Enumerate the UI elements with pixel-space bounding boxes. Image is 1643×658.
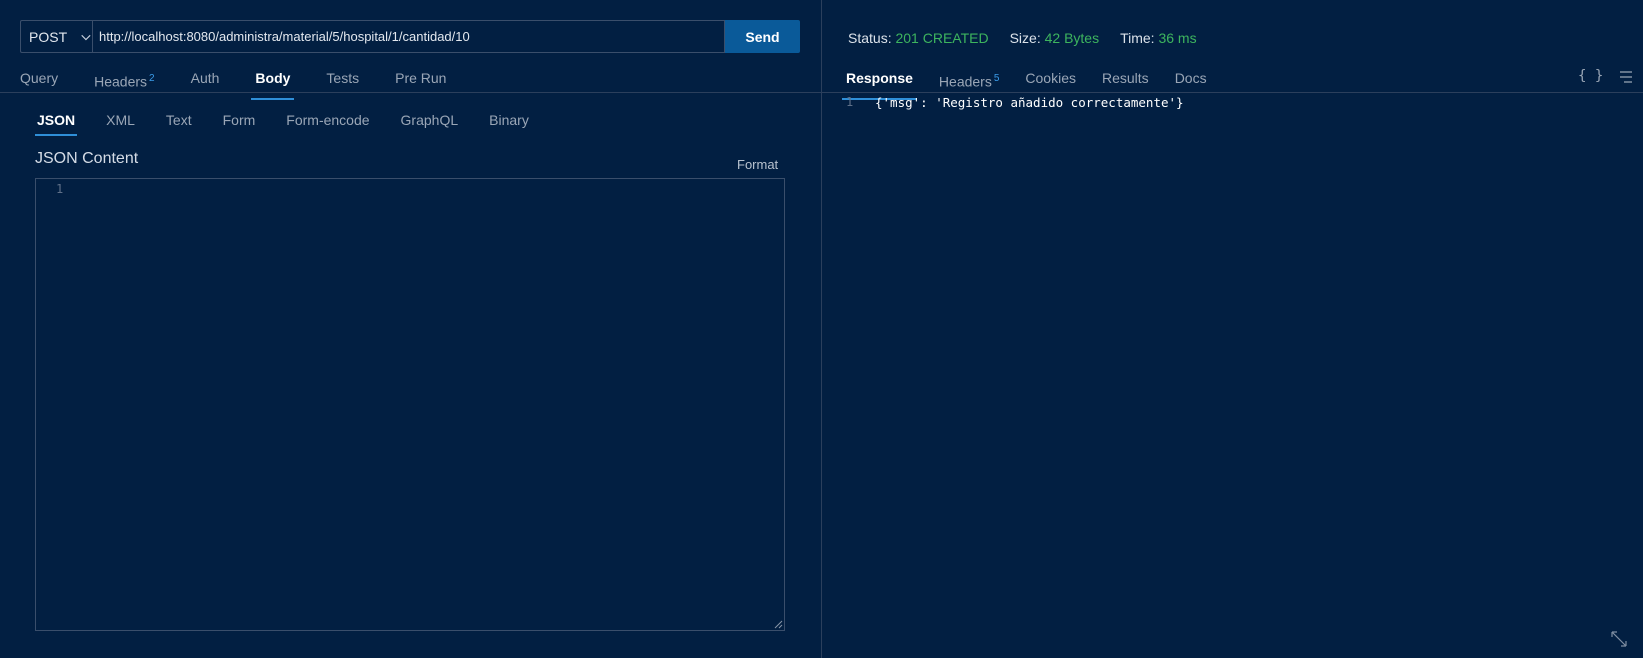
request-bar: POST Send — [20, 20, 800, 53]
body-tab-form-encode[interactable]: Form-encode — [286, 112, 369, 136]
tab-body[interactable]: Body — [251, 70, 295, 100]
body-tab-label: Form — [222, 112, 256, 128]
response-status-row: Status: 201 CREATED Size: 42 Bytes Time:… — [848, 30, 1218, 46]
tab-badge: 2 — [149, 73, 155, 84]
method-label: POST — [29, 28, 68, 45]
chevron-down-icon — [81, 34, 91, 40]
json-editor[interactable]: 1 — [35, 178, 785, 631]
status-info: Status: 201 CREATED — [848, 30, 989, 46]
send-button[interactable]: Send — [725, 20, 800, 53]
body-tab-form[interactable]: Form — [223, 112, 256, 136]
tab-label: Auth — [190, 70, 220, 86]
time-info: Time: 36 ms — [1120, 30, 1197, 46]
body-tab-label: JSON — [37, 112, 76, 128]
url-input[interactable] — [92, 20, 725, 53]
body-tab-label: XML — [106, 112, 135, 128]
tab-label: Headers — [94, 73, 148, 90]
tab-label: Query — [20, 70, 59, 86]
response-tab-label: Response — [846, 70, 913, 86]
tab-tests[interactable]: Tests — [326, 70, 359, 100]
response-tab-label: Results — [1102, 70, 1149, 86]
tab-query[interactable]: Query — [20, 70, 58, 100]
request-tabs: Query Headers 2 Auth Body Tests Pre Run — [20, 70, 482, 100]
tab-label: Body — [255, 70, 291, 86]
body-tab-xml[interactable]: XML — [106, 112, 135, 136]
resize-handle-icon[interactable] — [774, 620, 783, 629]
response-pane: Status: 201 CREATED Size: 42 Bytes Time:… — [822, 0, 1643, 658]
time-label: Time: — [1120, 30, 1155, 46]
response-tab-label: Headers — [938, 73, 992, 90]
tabs-divider — [822, 92, 1643, 93]
body-tab-label: Text — [165, 112, 192, 128]
expand-icon[interactable] — [1610, 630, 1628, 648]
format-button[interactable]: Format — [737, 157, 778, 172]
body-type-tabs: JSON XML Text Form Form-encode GraphQL Binary — [34, 112, 560, 136]
status-value: 201 CREATED — [895, 30, 989, 46]
body-tab-label: GraphQL — [400, 112, 459, 128]
tabs-divider — [0, 92, 821, 93]
wrap-lines-icon[interactable] — [1618, 71, 1634, 83]
tab-label: Pre Run — [395, 70, 447, 86]
tab-pre-run[interactable]: Pre Run — [395, 70, 446, 100]
response-tab-label: Docs — [1174, 70, 1207, 86]
method-select[interactable]: POST — [20, 20, 92, 53]
body-tab-graphql[interactable]: GraphQL — [401, 112, 459, 136]
braces-icon[interactable]: { } — [1578, 68, 1603, 84]
tab-headers[interactable]: Headers 2 — [94, 70, 154, 100]
response-line-number: 1 — [846, 95, 854, 109]
size-value: 42 Bytes — [1044, 30, 1100, 46]
response-tab-badge: 5 — [993, 73, 1000, 84]
tab-auth[interactable]: Auth — [191, 70, 220, 100]
body-tab-text[interactable]: Text — [166, 112, 192, 136]
request-pane: POST Send Query Headers2 Auth Body Tests Pre … — [0, 0, 821, 658]
response-tab-label: Cookies — [1025, 70, 1076, 86]
time-value: 36 ms — [1158, 30, 1197, 46]
tab-label: Tests — [326, 70, 360, 86]
line-number: 1 — [56, 182, 64, 196]
response-body-text: {'msg': 'Registro añadido correctamente'… — [875, 95, 1184, 110]
body-tab-label: Binary — [489, 112, 529, 128]
body-tab-label: Form-encode — [286, 112, 370, 128]
size-label: Size: — [1009, 30, 1041, 46]
body-tab-binary[interactable]: Binary — [489, 112, 529, 136]
size-info: Size: 42 Bytes — [1010, 30, 1100, 46]
status-label: Status: — [848, 30, 892, 46]
json-content-title: JSON Content — [35, 150, 139, 167]
body-tab-json[interactable]: JSON — [34, 112, 78, 136]
